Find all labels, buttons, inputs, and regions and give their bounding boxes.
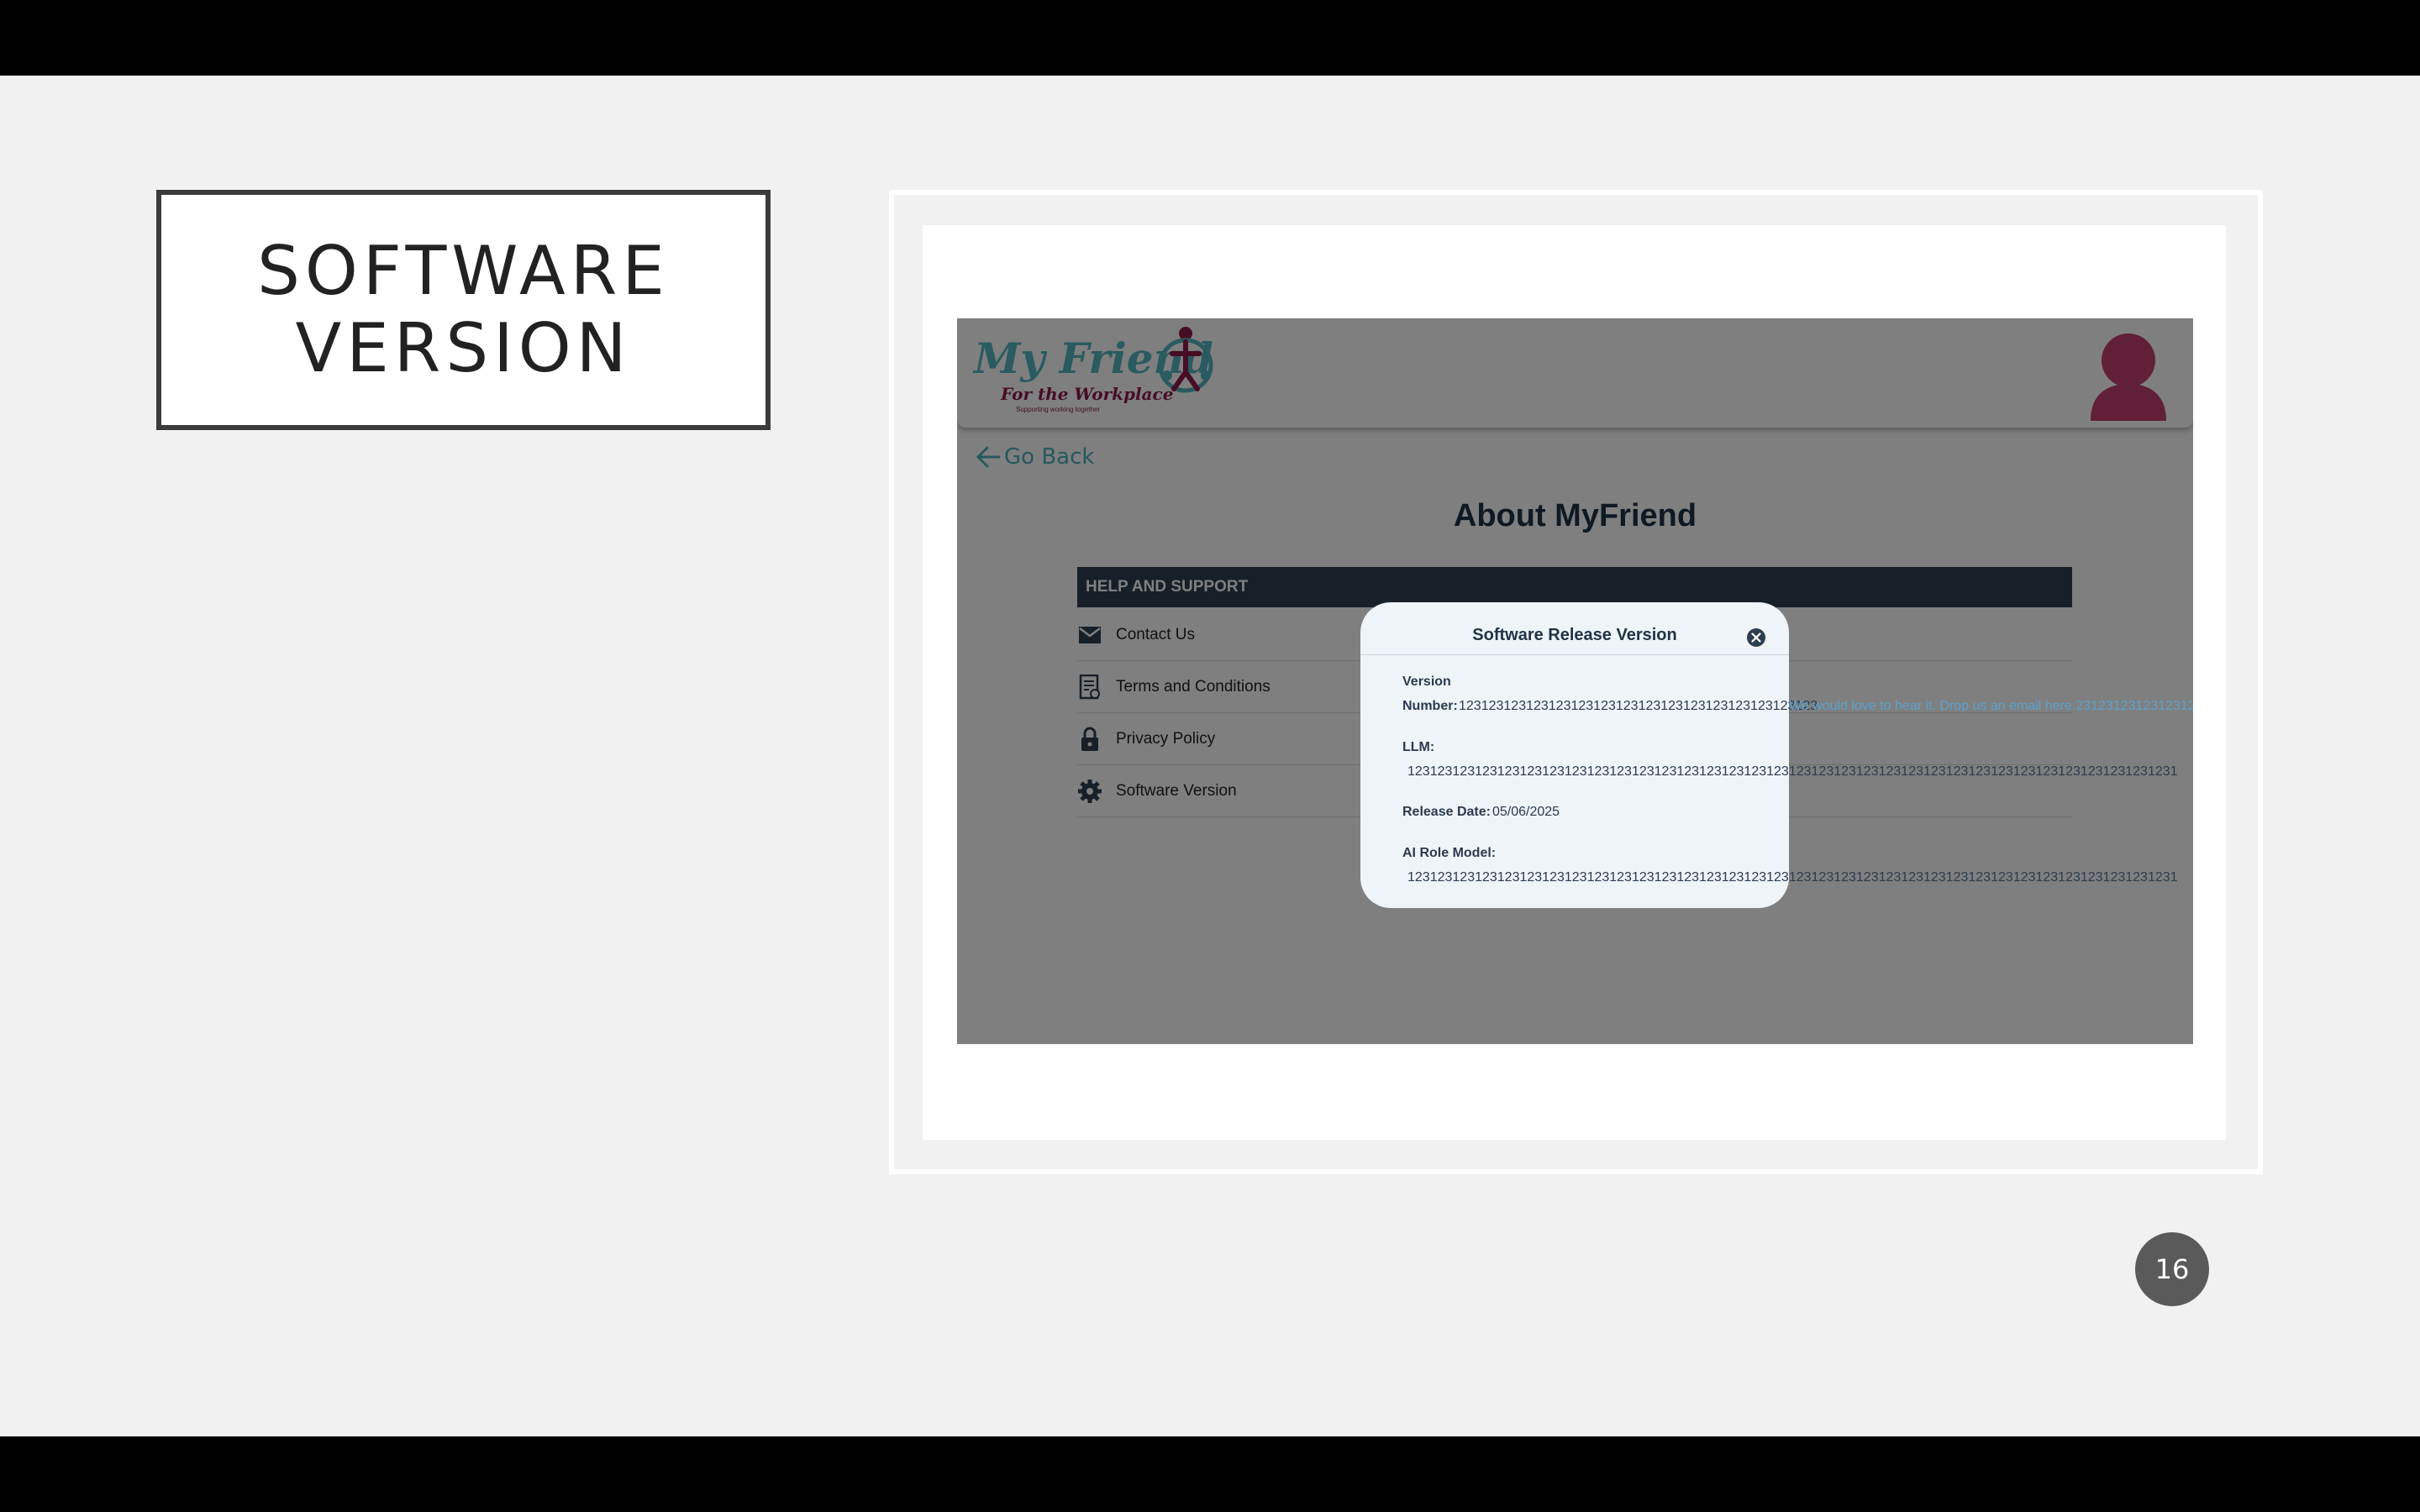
app-screenshot: My Friend For the Workplace Supporting w… bbox=[957, 318, 2193, 1044]
slide-title-box: SOFTWARE VERSION bbox=[156, 190, 771, 430]
slide-title: SOFTWARE VERSION bbox=[257, 233, 670, 387]
slide-page-number: 16 bbox=[2135, 1232, 2209, 1306]
close-icon[interactable] bbox=[1746, 627, 1766, 648]
slide-title-line1: SOFTWARE bbox=[257, 232, 670, 310]
slide-title-line2: VERSION bbox=[295, 309, 632, 387]
modal-divider bbox=[1360, 654, 1789, 655]
version-label-line2: Number: bbox=[1402, 699, 1458, 713]
llm-label: LLM: bbox=[1402, 740, 1435, 754]
top-letterbox bbox=[0, 0, 2420, 76]
ai-role-model-value: 1231231231231231231231231231231231231231… bbox=[1407, 870, 2178, 885]
bottom-letterbox bbox=[0, 1436, 2420, 1512]
release-date-label: Release Date: bbox=[1402, 805, 1491, 819]
ai-role-model-label: AI Role Model: bbox=[1402, 846, 1497, 860]
version-label-line1: Version bbox=[1402, 675, 1451, 689]
modal-title: Software Release Version bbox=[1472, 626, 1677, 644]
version-overflow-text: We would love to hear it. Drop us an ema… bbox=[1789, 699, 2193, 713]
software-version-modal: Software Release Version Version Number:… bbox=[1360, 602, 2178, 908]
release-date-value: 05/06/2025 bbox=[1492, 805, 1560, 819]
version-number-value: 1231231231231231231231231231231231231231… bbox=[1459, 699, 1818, 713]
llm-value: 1231231231231231231231231231231231231231… bbox=[1407, 764, 2178, 779]
